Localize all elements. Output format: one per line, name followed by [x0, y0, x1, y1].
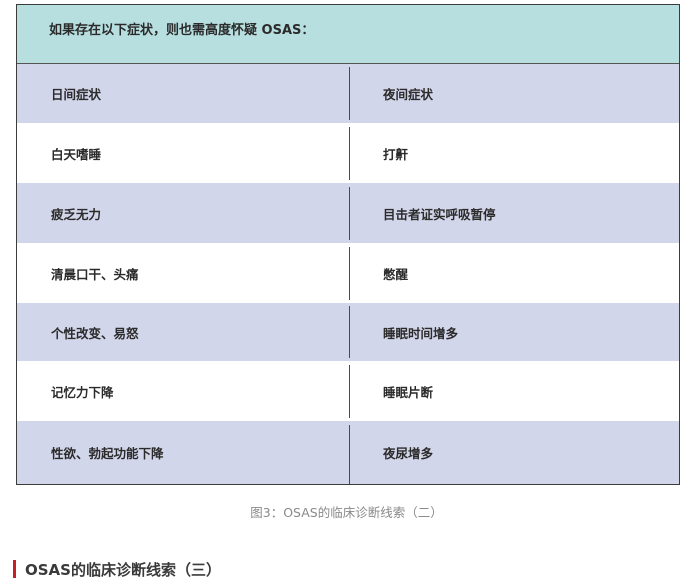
column-divider [349, 187, 350, 240]
cell-left: 日间症状 [51, 87, 102, 102]
table-row: 日间症状 夜间症状 [17, 64, 679, 123]
table-header-text: 如果存在以下症状，则也需高度怀疑 OSAS： [49, 23, 315, 38]
table-row: 清晨口干、头痛 憋醒 [17, 243, 679, 303]
table-row: 疲乏无力 目击者证实呼吸暂停 [17, 183, 679, 243]
column-divider [349, 306, 350, 358]
table-row: 性欲、勃起功能下降 夜尿增多 [17, 421, 679, 484]
figure-caption: 图3：OSAS的临床诊断线索（二） [250, 505, 443, 520]
column-divider [349, 67, 350, 120]
heading-accent-bar [13, 560, 16, 578]
section-heading-text: OSAS的临床诊断线索（三） [25, 560, 221, 579]
cell-left: 白天嗜睡 [51, 146, 102, 162]
column-divider [349, 247, 350, 300]
cell-right: 夜尿增多 [383, 446, 434, 461]
table-row: 白天嗜睡 打鼾 [17, 123, 679, 183]
table-row: 个性改变、易怒 睡眠时间增多 [17, 303, 679, 361]
cell-right: 打鼾 [383, 146, 409, 162]
cell-right: 夜间症状 [383, 87, 434, 102]
column-divider [349, 127, 350, 180]
cell-right: 睡眠片断 [383, 384, 434, 400]
table-header: 如果存在以下症状，则也需高度怀疑 OSAS： [17, 5, 679, 63]
section-heading: OSAS的临床诊断线索（三） [13, 559, 221, 579]
column-divider [349, 425, 350, 484]
cell-left: 个性改变、易怒 [51, 325, 139, 341]
cell-right: 憋醒 [383, 266, 409, 282]
cell-left: 性欲、勃起功能下降 [51, 446, 164, 461]
cell-right: 目击者证实呼吸暂停 [383, 206, 496, 222]
table-row: 记忆力下降 睡眠片断 [17, 361, 679, 421]
cell-left: 记忆力下降 [51, 384, 114, 400]
cell-left: 疲乏无力 [51, 206, 102, 222]
cell-right: 睡眠时间增多 [383, 325, 459, 341]
cell-left: 清晨口干、头痛 [51, 266, 139, 282]
column-divider [349, 365, 350, 418]
symptom-table: 如果存在以下症状，则也需高度怀疑 OSAS： 日间症状 夜间症状 白天嗜睡 打鼾… [16, 4, 680, 485]
